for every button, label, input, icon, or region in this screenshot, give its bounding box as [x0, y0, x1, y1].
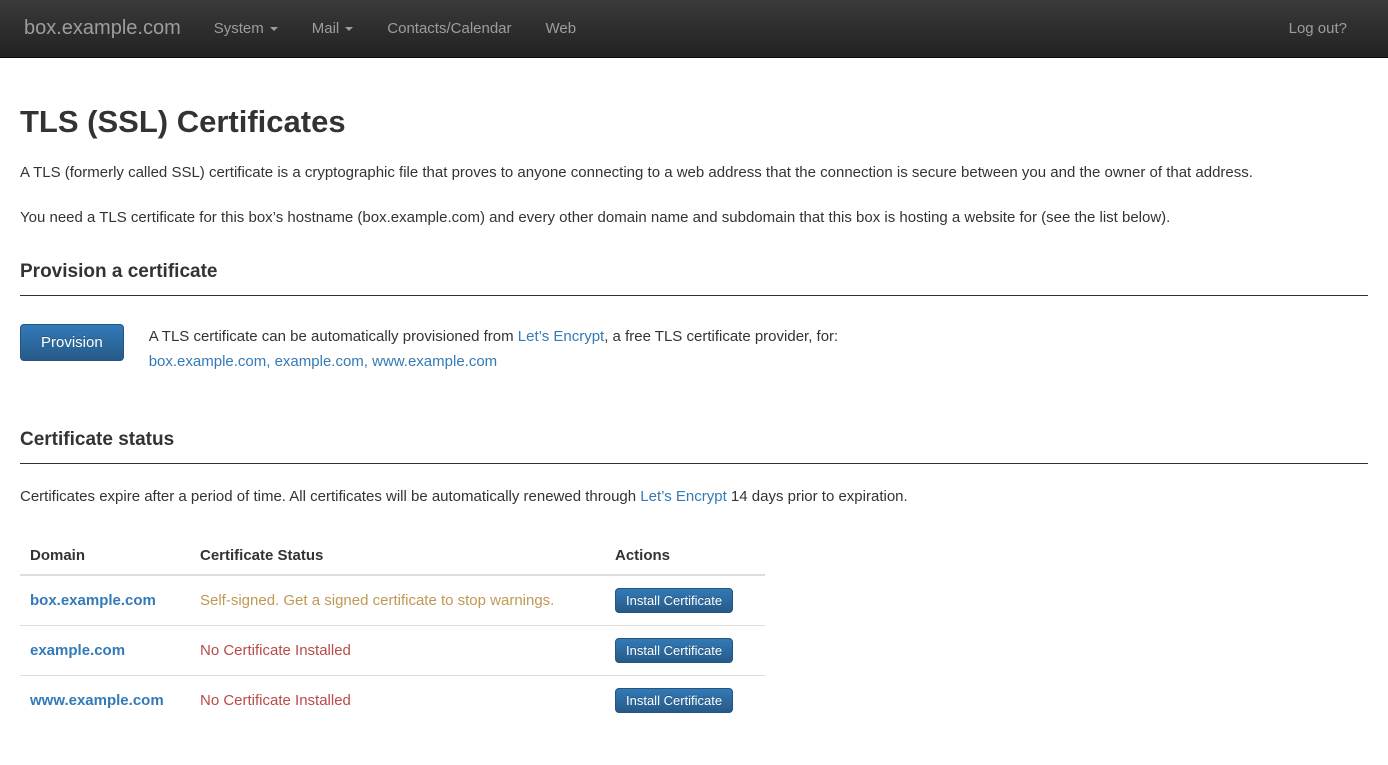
caret-down-icon	[345, 27, 353, 31]
nav-item-label: Web	[546, 20, 577, 37]
certificate-status-heading: Certificate status	[20, 429, 1368, 464]
nav-item-mail[interactable]: Mail	[295, 0, 371, 57]
provision-row: Provision A TLS certificate can be autom…	[20, 324, 1368, 375]
nav-item-label: Contacts/Calendar	[387, 20, 511, 37]
certificate-status-text: No Certificate Installed	[200, 642, 351, 659]
page-title: TLS (SSL) Certificates	[20, 104, 1368, 140]
column-header-actions: Actions	[605, 537, 765, 575]
provision-section-heading: Provision a certificate	[20, 261, 1368, 296]
domain-link[interactable]: box.example.com	[30, 592, 156, 609]
provision-description: A TLS certificate can be automatically p…	[149, 324, 839, 375]
certificate-status-paragraph: Certificates expire after a period of ti…	[20, 484, 1368, 510]
install-certificate-button[interactable]: Install Certificate	[615, 588, 733, 613]
intro-paragraph-1: A TLS (formerly called SSL) certificate …	[20, 160, 1368, 186]
nav-item-contacts-calendar[interactable]: Contacts/Calendar	[370, 0, 528, 57]
provision-text-before: A TLS certificate can be automatically p…	[149, 328, 518, 345]
status-text-before: Certificates expire after a period of ti…	[20, 488, 640, 505]
install-certificate-button[interactable]: Install Certificate	[615, 688, 733, 713]
lets-encrypt-link[interactable]: Let’s Encrypt	[518, 328, 604, 345]
column-header-domain: Domain	[20, 537, 190, 575]
brand-link[interactable]: box.example.com	[24, 17, 181, 40]
certificates-table: Domain Certificate Status Actions box.ex…	[20, 537, 765, 725]
certificate-status-text: Self-signed. Get a signed certificate to…	[200, 592, 554, 609]
table-header-row: Domain Certificate Status Actions	[20, 537, 765, 575]
logout-link[interactable]: Log out?	[1272, 0, 1364, 57]
certificate-status-text: No Certificate Installed	[200, 692, 351, 709]
domain-link[interactable]: www.example.com	[30, 692, 164, 709]
column-header-status: Certificate Status	[190, 537, 605, 575]
install-certificate-button[interactable]: Install Certificate	[615, 638, 733, 663]
main-content: TLS (SSL) Certificates A TLS (formerly c…	[0, 104, 1388, 725]
nav-menu: System Mail Contacts/Calendar Web	[197, 0, 593, 57]
lets-encrypt-link[interactable]: Let’s Encrypt	[640, 488, 726, 505]
provision-domains-list: box.example.com, example.com, www.exampl…	[149, 353, 497, 370]
provision-button[interactable]: Provision	[20, 324, 124, 361]
table-row: box.example.com Self-signed. Get a signe…	[20, 575, 765, 626]
table-row: example.com No Certificate Installed Ins…	[20, 626, 765, 676]
table-row: www.example.com No Certificate Installed…	[20, 676, 765, 726]
nav-item-label: Mail	[312, 20, 340, 37]
top-navbar: box.example.com System Mail Contacts/Cal…	[0, 0, 1388, 58]
status-text-after: 14 days prior to expiration.	[727, 488, 908, 505]
caret-down-icon	[270, 27, 278, 31]
provision-text-after: , a free TLS certificate provider, for:	[604, 328, 838, 345]
nav-item-system[interactable]: System	[197, 0, 295, 57]
nav-item-label: System	[214, 20, 264, 37]
domain-link[interactable]: example.com	[30, 642, 125, 659]
intro-paragraph-2: You need a TLS certificate for this box’…	[20, 205, 1368, 231]
nav-item-web[interactable]: Web	[529, 0, 594, 57]
